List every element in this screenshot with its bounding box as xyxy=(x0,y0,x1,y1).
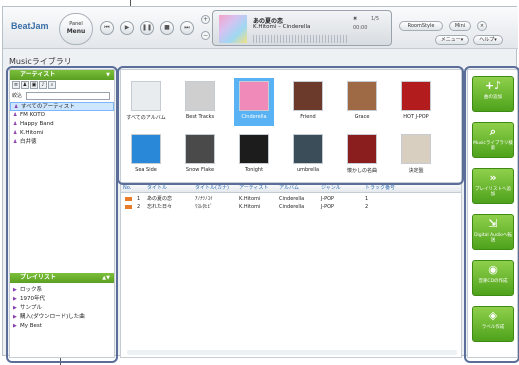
volume-down-button[interactable]: − xyxy=(201,31,210,40)
track-table: No. タイトル タイトル(カナ) アーティスト アルバム ジャンル トラック番号 1 あの夏… xyxy=(120,183,462,358)
column-header[interactable]: ジャンル xyxy=(321,184,341,193)
table-cell: ｱﾉﾅﾂﾉｺｲ xyxy=(195,196,213,202)
now-playing-display: あの夏の恋 K.Hitomi – Cinderella 00:00 1/5 ✖ xyxy=(212,10,392,46)
menu-dropdown[interactable]: メニュー▾ xyxy=(435,35,469,45)
table-cell: 1 xyxy=(137,196,141,202)
prev-button[interactable]: ⏮ xyxy=(100,21,114,35)
table-row[interactable]: 1 あの夏の恋 ｱﾉﾅﾂﾉｺｲ K.Hitomi Cinderella J-POP 1 xyxy=(121,195,461,203)
column-header[interactable]: タイトル xyxy=(147,184,167,193)
stop-button[interactable]: ■ xyxy=(160,21,174,35)
track-status-icon xyxy=(125,197,132,201)
menu-label: Menu xyxy=(66,28,86,35)
panel-label: Panel xyxy=(69,21,83,27)
app-window: BeatJam Panel Menu ⏮ ▶ ❚❚ ■ ⏭ + − あの夏の恋 … xyxy=(2,6,519,363)
album-art-thumbnail xyxy=(219,15,247,43)
mini-button[interactable]: Mini xyxy=(449,21,471,31)
table-cell: K.Hitomi xyxy=(239,204,261,210)
now-playing-meta: K.Hitomi – Cinderella xyxy=(253,24,311,30)
volume-up-button[interactable]: + xyxy=(201,15,210,24)
table-cell: あの夏の恋 xyxy=(147,196,173,202)
column-header[interactable]: アルバム xyxy=(279,184,299,193)
column-header[interactable]: トラック番号 xyxy=(365,184,395,193)
table-cell: 2 xyxy=(365,204,369,210)
column-header[interactable]: No. xyxy=(123,184,131,193)
pause-button[interactable]: ❚❚ xyxy=(140,21,154,35)
table-cell: J-POP xyxy=(321,204,335,210)
table-cell: J-POP xyxy=(321,196,335,202)
roomstyle-button[interactable]: RoomStyle xyxy=(399,21,443,31)
close-window-button[interactable]: × xyxy=(477,21,487,31)
app-logo: BeatJam xyxy=(11,21,49,31)
horizontal-scrollbar[interactable] xyxy=(127,350,457,355)
panel-menu-button[interactable]: Panel Menu xyxy=(59,13,93,45)
toolbar: BeatJam Panel Menu ⏮ ▶ ❚❚ ■ ⏭ + − あの夏の恋 … xyxy=(3,7,518,49)
time-readout: 00:00 xyxy=(353,25,368,31)
highlight-action-panel xyxy=(464,66,519,363)
table-cell: K.Hitomi xyxy=(239,196,261,202)
table-cell: Cinderella xyxy=(279,196,305,202)
column-header[interactable]: アーティスト xyxy=(239,184,268,193)
column-header[interactable]: タイトル(カナ) xyxy=(195,184,229,193)
track-table-header: No. タイトル タイトル(カナ) アーティスト アルバム ジャンル トラック番号 xyxy=(121,184,461,193)
table-row[interactable]: 2 忘れた日々 ﾜｽﾚﾀﾋﾋﾞ K.Hitomi Cinderella J-POP 2 xyxy=(121,203,461,211)
table-cell: 2 xyxy=(137,204,141,210)
track-counter: 1/5 xyxy=(371,16,380,22)
table-cell: Cinderella xyxy=(279,204,305,210)
highlight-left-panel xyxy=(6,66,118,363)
table-cell: 忘れた日々 xyxy=(147,204,173,210)
help-dropdown[interactable]: ヘルプ▾ xyxy=(473,35,503,45)
equalizer-bars xyxy=(253,35,347,43)
highlight-album-grid xyxy=(117,66,464,185)
table-cell: ﾜｽﾚﾀﾋﾋﾞ xyxy=(195,204,213,210)
close-icon[interactable]: ✖ xyxy=(353,16,357,22)
table-cell: 1 xyxy=(365,196,369,202)
track-status-icon xyxy=(125,205,132,209)
play-button[interactable]: ▶ xyxy=(120,21,134,35)
next-button[interactable]: ⏭ xyxy=(180,21,194,35)
